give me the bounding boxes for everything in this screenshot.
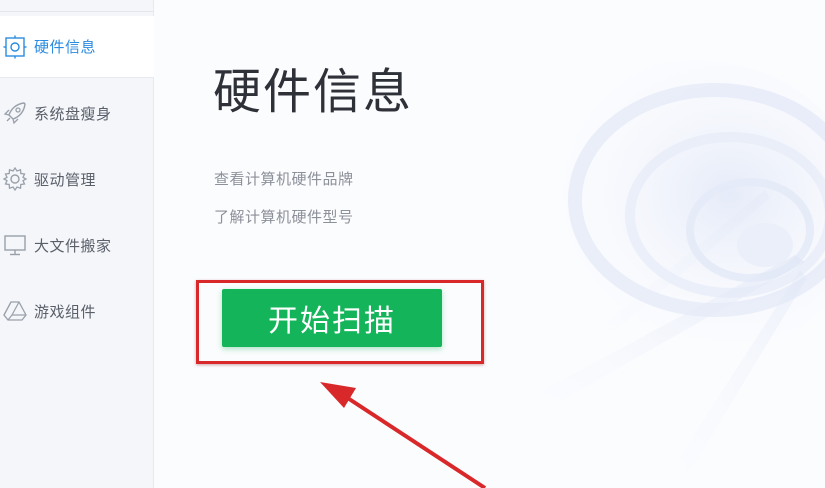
sidebar-item-label: 驱动管理 <box>34 170 97 189</box>
rocket-icon <box>2 100 28 126</box>
app-window: 硬件信息 系统盘瘦身 驱动管理 大文件搬家 游戏组件 硬件信息 查看计算机硬件品… <box>0 0 825 488</box>
sidebar-item-label: 大文件搬家 <box>34 236 112 255</box>
sidebar-top-item <box>0 0 154 12</box>
description-line-2: 了解计算机硬件型号 <box>214 208 354 226</box>
sidebar-item-label: 游戏组件 <box>34 302 97 321</box>
sidebar-item-hardware-info[interactable]: 硬件信息 <box>0 16 154 78</box>
background-decoration <box>525 60 825 488</box>
gear-icon <box>2 166 28 192</box>
sidebar: 硬件信息 系统盘瘦身 驱动管理 大文件搬家 游戏组件 <box>0 0 154 488</box>
sidebar-item-system-disk-slimming[interactable]: 系统盘瘦身 <box>0 82 154 144</box>
start-scan-button[interactable]: 开始扫描 <box>222 289 442 347</box>
sidebar-item-label: 硬件信息 <box>34 38 97 56</box>
description-line-1: 查看计算机硬件品牌 <box>214 170 354 188</box>
triangle-icon <box>2 298 28 324</box>
monitor-icon <box>2 232 28 258</box>
main-panel: 硬件信息 查看计算机硬件品牌 了解计算机硬件型号 开始扫描 <box>154 0 825 488</box>
sidebar-item-label: 系统盘瘦身 <box>34 104 112 123</box>
sidebar-item-driver-management[interactable]: 驱动管理 <box>0 148 154 210</box>
page-title: 硬件信息 <box>213 64 414 120</box>
hardware-icon <box>2 34 28 60</box>
sidebar-item-large-file-move[interactable]: 大文件搬家 <box>0 214 154 276</box>
sidebar-item-game-components[interactable]: 游戏组件 <box>0 280 154 342</box>
